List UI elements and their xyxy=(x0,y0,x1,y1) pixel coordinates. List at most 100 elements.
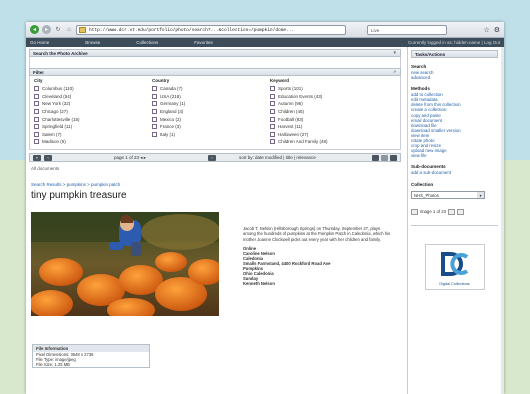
checkbox[interactable] xyxy=(152,124,157,130)
checkbox[interactable] xyxy=(152,86,157,92)
search-panel-body xyxy=(29,57,401,68)
bookmark-icon[interactable]: ☆ xyxy=(483,26,489,34)
checkbox[interactable] xyxy=(34,131,39,137)
facet-keyword: Keyword Sports (101) Education Events (4… xyxy=(270,78,388,146)
checkbox[interactable] xyxy=(270,101,275,107)
nav-item-browse[interactable]: Browse xyxy=(85,40,100,45)
browser-search-input[interactable]: Live xyxy=(367,24,447,35)
pumpkin-photo-image xyxy=(31,212,219,316)
address-text: http://www.dcr.vt.edu/portfolio/photo/se… xyxy=(89,27,295,33)
checkbox[interactable] xyxy=(34,116,39,122)
scrollbar[interactable] xyxy=(501,47,504,394)
facet-item[interactable]: New York (32) xyxy=(34,100,152,108)
checkbox[interactable] xyxy=(34,101,39,107)
breadcrumb[interactable]: Search Results > pumpkins > pumpkin patc… xyxy=(31,182,397,188)
prev-image-button[interactable] xyxy=(411,208,418,215)
checkbox[interactable] xyxy=(34,124,39,130)
checkbox[interactable] xyxy=(270,86,275,92)
facet-item[interactable]: Children (45) xyxy=(270,108,388,116)
facet-item[interactable]: Education Events (43) xyxy=(270,93,388,101)
result-summary: All documents xyxy=(31,166,60,171)
facet-item[interactable]: Autumn (96) xyxy=(270,100,388,108)
home-icon[interactable]: ⌂ xyxy=(65,26,73,34)
checkbox[interactable] xyxy=(270,93,275,99)
checkbox[interactable] xyxy=(152,109,157,115)
refresh-icon[interactable]: ↻ xyxy=(54,26,62,34)
checkbox[interactable] xyxy=(152,131,157,137)
file-info-title: File Information xyxy=(33,345,149,352)
checkbox[interactable] xyxy=(34,139,39,145)
facet-item[interactable]: Salem (7) xyxy=(34,131,152,139)
description-text: Jacob T. Nelson (Hillsborough Springs) o… xyxy=(243,226,391,242)
chevron-down-icon: ▾ xyxy=(477,191,484,198)
record-photo[interactable] xyxy=(31,212,219,316)
checkbox[interactable] xyxy=(270,139,275,145)
sort-options[interactable]: sort by: date modified | title | relevan… xyxy=(239,155,316,160)
list-view-icon[interactable] xyxy=(381,154,388,161)
facet-item[interactable]: Madison (5) xyxy=(34,138,152,146)
facet-item[interactable]: Football (83) xyxy=(270,115,388,123)
next-page-button[interactable]: › xyxy=(208,154,216,161)
checkbox[interactable] xyxy=(34,86,39,92)
search-panel-header[interactable]: Search the Photo Archive ▾ xyxy=(29,49,401,57)
nav-item-favorites[interactable]: Favorites xyxy=(194,40,213,45)
digital-collections-logo: Digital Collections xyxy=(424,243,485,290)
collapse-icon[interactable]: ▾ xyxy=(393,50,396,57)
grid-view-icon[interactable] xyxy=(372,154,379,161)
facet-item[interactable]: Charlottesville (15) xyxy=(34,115,152,123)
facet-item[interactable]: France (3) xyxy=(152,123,270,131)
last-image-button[interactable] xyxy=(457,208,465,215)
facet-item[interactable]: Cleveland (54) xyxy=(34,93,152,101)
facet-item[interactable]: Children And Family (48) xyxy=(270,138,388,146)
facet-item[interactable]: Harvest (11) xyxy=(270,123,388,131)
page-favicon xyxy=(79,26,86,33)
checkbox[interactable] xyxy=(34,109,39,115)
facet-item[interactable]: Italy (1) xyxy=(152,131,270,139)
checkbox[interactable] xyxy=(270,109,275,115)
address-bar[interactable]: http://www.dcr.vt.edu/portfolio/photo/se… xyxy=(76,24,346,35)
facet-title: Keyword xyxy=(270,78,290,83)
advanced-search-link[interactable]: advanced xyxy=(411,75,498,80)
tools-icon[interactable]: ⚙ xyxy=(494,26,500,34)
record-view: Search Results > pumpkins > pumpkin patc… xyxy=(29,174,401,316)
checkbox[interactable] xyxy=(270,131,275,137)
back-icon[interactable]: ◂ xyxy=(30,25,39,34)
result-pager: « ‹ page 1 of 23 ◂ ▸ › sort by: date mod… xyxy=(29,153,401,162)
facet-item[interactable]: Columbus (110) xyxy=(34,85,152,93)
facet-item[interactable]: Chicago (27) xyxy=(34,108,152,116)
facet-item[interactable]: Canada (7) xyxy=(152,85,270,93)
checkbox[interactable] xyxy=(34,93,39,99)
expand-icon[interactable]: » xyxy=(393,69,396,76)
next-image-button[interactable] xyxy=(448,208,456,215)
add-subdocument-link[interactable]: add a sub-document xyxy=(411,170,498,175)
site-navigation: Go Home Browse Collections Favorites Cur… xyxy=(26,38,504,47)
checkbox[interactable] xyxy=(270,116,275,122)
facet-item[interactable]: England (3) xyxy=(152,108,270,116)
checkbox[interactable] xyxy=(270,124,275,130)
prev-page-button[interactable]: ‹ xyxy=(44,154,52,161)
checkbox[interactable] xyxy=(152,116,157,122)
dc-logo-icon xyxy=(440,251,468,276)
checkbox[interactable] xyxy=(152,101,157,107)
first-page-button[interactable]: « xyxy=(33,154,41,161)
nav-item-home[interactable]: Go Home xyxy=(30,40,49,45)
facet-country: Country Canada (7) USA (218) Germany (1)… xyxy=(152,78,270,146)
facet-item[interactable]: Sports (101) xyxy=(270,85,388,93)
facet-item[interactable]: Halloween (27) xyxy=(270,131,388,139)
checkbox[interactable] xyxy=(152,93,157,99)
filter-panel-header[interactable]: Filter » xyxy=(29,68,401,76)
login-status[interactable]: Currently logged in as: hidden.name | Lo… xyxy=(408,40,500,45)
image-page-control: image 1 of 23 xyxy=(411,208,498,215)
search-panel-title: Search the Photo Archive xyxy=(33,51,88,56)
method-link[interactable]: view file xyxy=(411,153,498,158)
detail-view-icon[interactable] xyxy=(390,154,397,161)
nav-item-collections[interactable]: Collections xyxy=(136,40,158,45)
collection-value: NHS_Photos xyxy=(414,192,439,198)
facet-item[interactable]: Germany (1) xyxy=(152,100,270,108)
record-description: Jacob T. Nelson (Hillsborough Springs) o… xyxy=(219,212,394,316)
forward-icon[interactable]: ▸ xyxy=(42,25,51,34)
facet-item[interactable]: USA (218) xyxy=(152,93,270,101)
facet-item[interactable]: Mexico (2) xyxy=(152,115,270,123)
facet-item[interactable]: Springfield (11) xyxy=(34,123,152,131)
collection-select[interactable]: NHS_Photos ▾ xyxy=(411,190,485,199)
